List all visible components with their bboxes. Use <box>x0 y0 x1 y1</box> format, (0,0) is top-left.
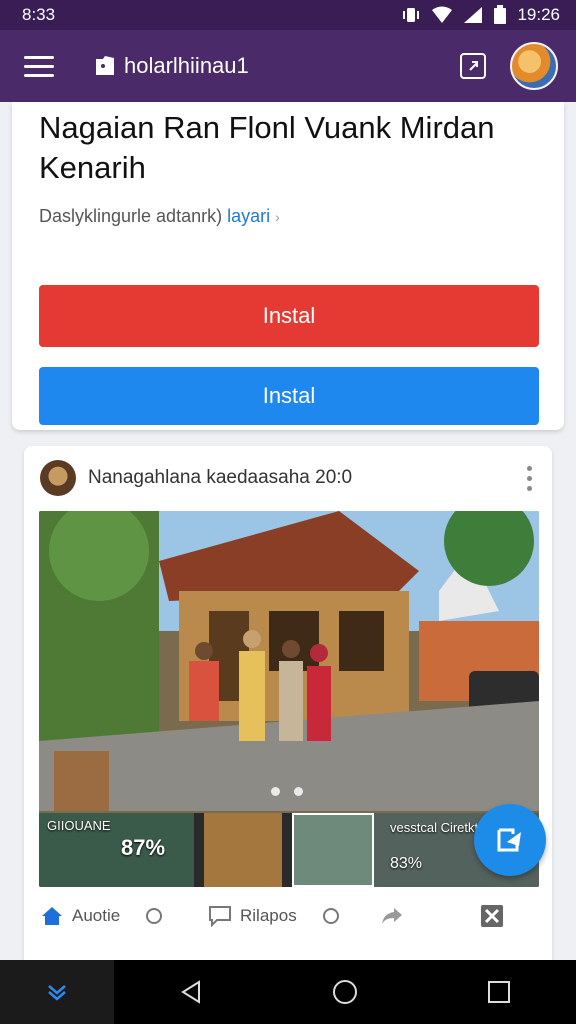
install-button-primary[interactable]: Instal <box>39 285 539 347</box>
app-title: holarlhiinau1 <box>124 53 249 78</box>
promo-headline: Nagaian Ran Flonl Vuank Mirdan Kenarih <box>39 110 495 185</box>
thumbnail-1-percent: 87% <box>121 835 166 860</box>
post-title: Nanagahlana kaedaasaha 20:0 <box>88 467 353 488</box>
thumbnail-1-caption: GIIOUANE <box>47 818 111 833</box>
post-avatar[interactable] <box>40 460 76 496</box>
info-icon <box>319 904 343 928</box>
avatar[interactable] <box>510 42 558 90</box>
home-action[interactable]: Auotie <box>40 904 208 928</box>
chevron-down-icon[interactable] <box>0 960 114 1024</box>
post-actions: Auotie Rilapos <box>40 896 540 936</box>
thumbnail-3[interactable] <box>292 813 374 887</box>
next-card-peek <box>24 946 552 960</box>
status-bar: 8:33 19:26 <box>0 0 576 30</box>
wifi-icon <box>432 6 453 23</box>
thumbnail-2[interactable] <box>204 813 282 887</box>
back-icon[interactable] <box>114 960 268 1024</box>
home-icon <box>40 904 64 928</box>
install-button-secondary[interactable]: Instal <box>39 367 539 425</box>
thumbnail-gap <box>282 813 292 887</box>
status-time-left: 8:33 <box>22 5 56 24</box>
menu-icon[interactable] <box>24 51 54 81</box>
vibrate-icon <box>403 8 420 22</box>
system-nav-bar <box>0 960 576 1024</box>
app-logo-icon <box>96 56 114 75</box>
promo-subline-text: Daslyklingurle adtanrk) <box>39 206 223 226</box>
grid-icon <box>480 904 504 928</box>
app-bar: holarlhiinau1 <box>0 30 576 102</box>
more-options-icon[interactable] <box>527 465 532 491</box>
info-icon <box>142 904 166 928</box>
grid-action[interactable] <box>480 904 504 928</box>
chevron-right-icon: › <box>275 209 280 225</box>
status-icons: 19:26 <box>401 5 560 25</box>
thumbnail-4-percent: 83% <box>390 855 423 872</box>
comment-action[interactable]: Rilapos <box>208 904 380 928</box>
share-action[interactable] <box>380 904 480 928</box>
app-brand[interactable]: holarlhiinau1 <box>94 53 460 79</box>
thumbnail-strip: GIIOUANE 87% vesstcal Ciretkton. 83% <box>39 813 539 887</box>
promo-subline: Daslyklingurle adtanrk) layari › <box>39 206 537 227</box>
comment-icon <box>208 904 232 928</box>
status-time-right: 19:26 <box>517 5 560 24</box>
share-icon <box>380 904 404 928</box>
promo-card: Nagaian Ran Flonl Vuank Mirdan Kenarih D… <box>12 102 564 430</box>
battery-icon <box>494 5 507 24</box>
fab-button[interactable] <box>474 804 546 876</box>
comment-action-label: Rilapos <box>240 906 297 925</box>
post-card: Nanagahlana kaedaasaha 20:0 GIIOUANE 87%… <box>24 446 552 966</box>
thumbnail-1[interactable]: GIIOUANE 87% <box>39 813 194 887</box>
post-photo[interactable]: GIIOUANE 87% vesstcal Ciretkton. 83% <box>39 511 539 887</box>
carousel-dots <box>271 787 303 796</box>
home-action-label: Auotie <box>72 906 121 925</box>
promo-link[interactable]: layari <box>227 206 270 226</box>
home-circle-icon[interactable] <box>268 960 422 1024</box>
thumbnail-gap <box>194 813 204 887</box>
signal-icon <box>464 7 483 23</box>
recents-icon[interactable] <box>422 960 576 1024</box>
external-link-icon[interactable] <box>460 53 486 79</box>
post-header: Nanagahlana kaedaasaha 20:0 <box>40 458 540 498</box>
reply-icon <box>497 828 521 852</box>
